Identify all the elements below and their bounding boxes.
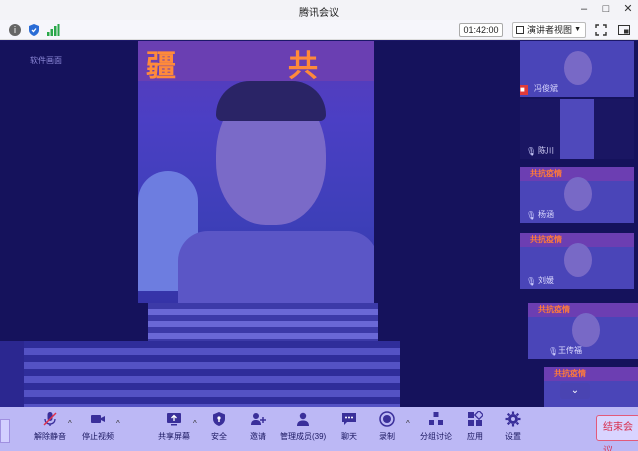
users-icon (295, 411, 311, 427)
grid-view-icon (516, 26, 524, 34)
app-title: 腾讯会议 (299, 8, 339, 19)
shield-icon (211, 411, 227, 427)
apps-button[interactable]: 应用 (464, 409, 486, 447)
share-screen-label: 共享屏幕 (158, 432, 190, 441)
breakout-button[interactable]: 分组讨论 (418, 411, 454, 447)
scroll-down-button[interactable]: ⌄ (560, 383, 590, 399)
meeting-top-bar: i 01:42:00 演讲者视图 ▼ (0, 20, 638, 40)
apps-icon (467, 409, 485, 427)
shield-icon[interactable] (27, 23, 41, 37)
invite-button[interactable]: 邀请 (244, 411, 272, 447)
thumbnail-banner: 共抗疫情 (544, 367, 638, 381)
settings-button[interactable]: 设置 (502, 411, 524, 447)
minimize-button[interactable]: – (576, 2, 592, 16)
background-banner: 疆 共 (138, 41, 374, 83)
end-meeting-button[interactable]: 结束会议 (596, 415, 638, 451)
chat-label: 聊天 (341, 432, 357, 441)
svg-text:i: i (14, 26, 17, 36)
participant-thumbnails: ■ 冯俊斌 🎙 陈川 共抗疫情 🎙 杨涵 共抗疫情 🎙 刘媛 共抗疫情 🎙 王传… (516, 41, 638, 407)
info-icon[interactable]: i (8, 23, 22, 37)
participant-name: 陈川 (538, 146, 554, 155)
pip-icon[interactable] (617, 23, 631, 37)
participant-name: 冯俊斌 (534, 84, 558, 93)
stop-video-label: 停止视频 (82, 432, 114, 441)
chevron-down-icon: ▼ (574, 26, 581, 33)
speaker-hair (216, 81, 326, 121)
avatar-icon: ■ (520, 85, 528, 95)
chat-icon (341, 411, 357, 427)
title-bar: 腾讯会议 – □ ✕ (0, 0, 638, 20)
video-artifact (148, 303, 378, 343)
participant-thumbnail[interactable]: 共抗疫情 (544, 367, 638, 407)
participant-name: 王传福 (558, 346, 582, 355)
speaker-view-button[interactable]: 演讲者视图 ▼ (512, 22, 586, 38)
gear-icon (505, 411, 521, 427)
participants-label: 管理成员(39) (280, 432, 327, 441)
participant-name: 杨涵 (538, 210, 554, 219)
share-screen-button[interactable]: 共享屏幕 (154, 411, 194, 447)
apps-label: 应用 (467, 432, 483, 441)
mic-icon: 🎙 (526, 147, 537, 156)
participant-face (564, 243, 592, 277)
bottom-toolbar: 解除静音 ^ 停止视频 ^ 共享屏幕 ^ 安全 邀请 管理成员(39) 聊天 录… (0, 407, 638, 451)
security-label: 安全 (211, 432, 227, 441)
stop-video-button[interactable]: 停止视频 (78, 411, 118, 447)
video-artifact (24, 341, 400, 407)
participant-thumbnail[interactable]: 共抗疫情 🎙 杨涵 (520, 167, 634, 223)
share-screen-icon (166, 411, 182, 427)
side-panel-toggle[interactable] (0, 419, 10, 443)
unmute-button[interactable]: 解除静音 (30, 411, 70, 447)
chevron-up-icon[interactable]: ^ (68, 419, 72, 428)
signal-icon[interactable] (46, 23, 60, 37)
participant-face (572, 313, 600, 347)
add-user-icon (250, 411, 266, 427)
record-label: 录制 (379, 432, 395, 441)
record-icon (379, 411, 395, 427)
mic-muted-icon (42, 411, 58, 427)
chevron-up-icon[interactable]: ^ (406, 419, 410, 428)
chevron-up-icon[interactable]: ^ (193, 419, 197, 428)
chat-button[interactable]: 聊天 (338, 411, 360, 447)
record-button[interactable]: 录制 (376, 411, 398, 447)
video-stage: 软件画面 疆 共 ■ 冯俊斌 🎙 陈川 共抗疫情 🎙 杨涵 共抗疫情 🎙 刘媛 … (0, 41, 638, 407)
meeting-timer: 01:42:00 (459, 23, 503, 37)
maximize-button[interactable]: □ (598, 2, 614, 16)
mic-icon: 🎙 (548, 347, 559, 356)
invite-label: 邀请 (250, 432, 266, 441)
close-button[interactable]: ✕ (620, 2, 636, 16)
unmute-label: 解除静音 (34, 432, 66, 441)
breakout-rooms-icon (428, 411, 444, 427)
participants-button[interactable]: 管理成员(39) (280, 411, 326, 447)
fullscreen-icon[interactable] (594, 23, 608, 37)
mic-icon: 🎙 (526, 211, 537, 220)
meeting-window: 腾讯会议 – □ ✕ i 01:42:00 演讲者视图 ▼ 软件画面 疆 共 ■… (0, 0, 638, 451)
participant-thumbnail[interactable]: 🎙 陈川 (520, 99, 634, 159)
mic-icon: 🎙 (526, 277, 537, 286)
view-label: 演讲者视图 (527, 25, 573, 35)
chevron-up-icon[interactable]: ^ (116, 419, 120, 428)
participant-face (564, 51, 592, 85)
banner-text-right: 共 (288, 50, 320, 83)
settings-label: 设置 (505, 432, 521, 441)
participant-video (560, 99, 594, 159)
participant-thumbnail[interactable]: ■ 冯俊斌 (520, 41, 634, 97)
camera-icon (90, 411, 106, 427)
security-button[interactable]: 安全 (206, 411, 232, 447)
banner-text-left: 疆 (146, 50, 178, 83)
share-label: 软件画面 (30, 56, 62, 65)
participant-face (564, 177, 592, 211)
video-artifact (0, 341, 24, 407)
participant-thumbnail[interactable]: 共抗疫情 🎙 刘媛 (520, 233, 634, 289)
main-speaker-video[interactable]: 疆 共 (138, 41, 374, 303)
breakout-label: 分组讨论 (420, 432, 452, 441)
participant-thumbnail[interactable]: 共抗疫情 🎙 王传福 (528, 303, 638, 359)
speaker-body (178, 231, 374, 303)
participant-name: 刘媛 (538, 276, 554, 285)
